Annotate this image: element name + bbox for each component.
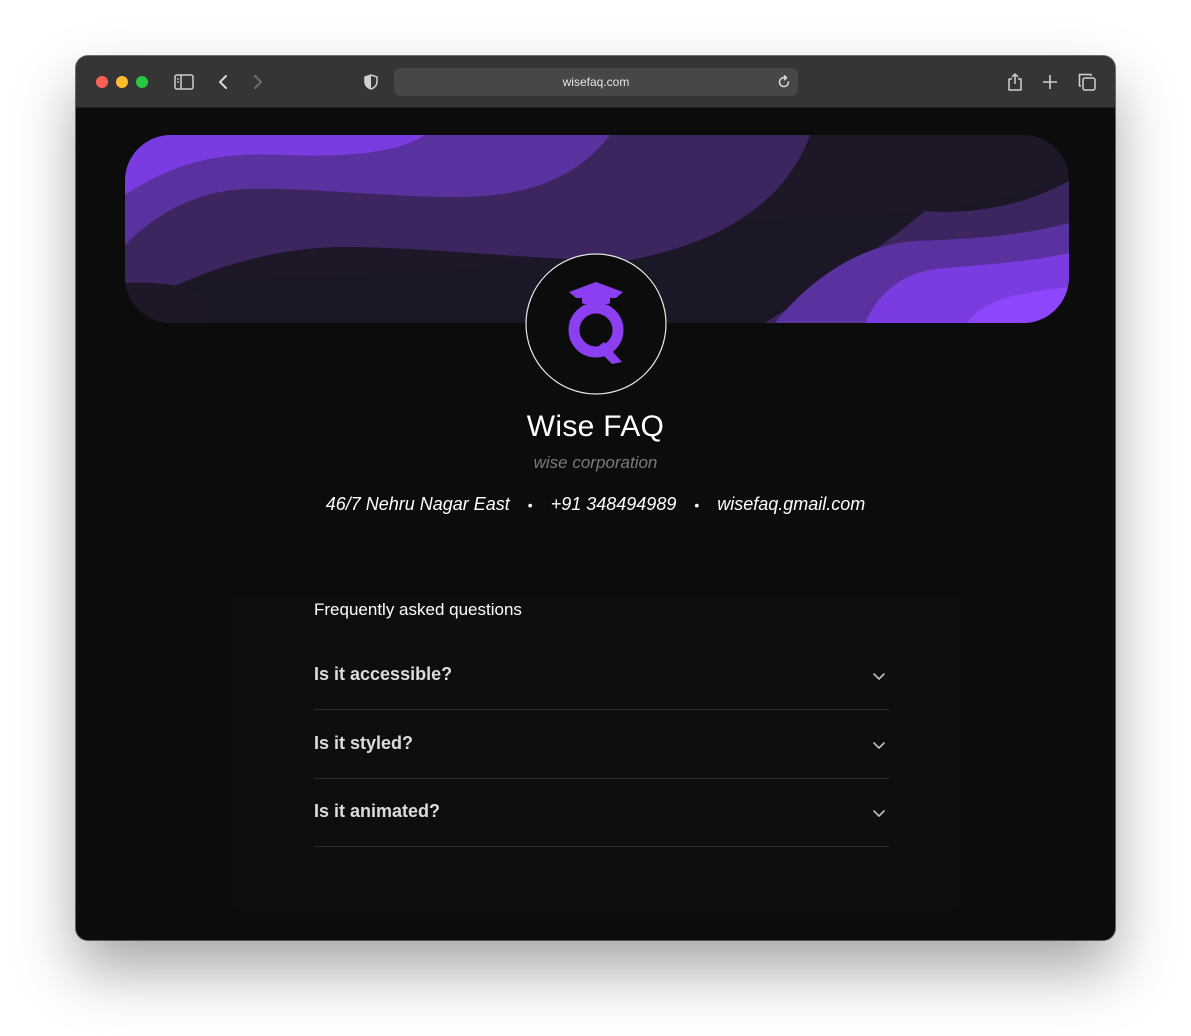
back-icon[interactable] [211,70,235,94]
new-tab-icon[interactable] [1038,70,1062,94]
faq-question: Is it animated? [314,801,441,821]
sidebar-icon[interactable] [172,70,196,94]
faq-item[interactable]: Is it animated? [314,779,889,847]
forward-icon[interactable] [246,70,270,94]
email-text[interactable]: wisefaq.gmail.com [717,494,865,515]
share-icon[interactable] [1003,70,1027,94]
url-text: wisefaq.com [562,75,630,89]
browser-titlebar: wisefaq.com [76,56,1115,108]
chevron-down-icon[interactable] [871,737,887,753]
faq-section: Frequently asked questions Is it accessi… [234,598,958,908]
company-subtitle: wise corporation [533,453,658,472]
faq-item[interactable]: Is it accessible? [314,642,889,710]
chevron-down-icon[interactable] [871,805,887,821]
company-name: Wise FAQ [526,410,665,443]
address-bar[interactable]: wisefaq.com [394,68,798,96]
minimize-window-button[interactable] [116,76,128,88]
contact-info: 46/7 Nehru Nagar East • +91 348494989 • … [76,494,1115,515]
faq-question: Is it accessible? [314,664,453,684]
shield-icon[interactable] [359,70,383,94]
reload-icon[interactable] [776,74,792,90]
separator-dot: • [527,496,533,513]
phone-text[interactable]: +91 348494989 [551,494,677,515]
faq-heading: Frequently asked questions [314,600,522,619]
separator-dot: • [694,496,700,513]
page-content: Wise FAQ wise corporation 46/7 Nehru Nag… [76,108,1115,940]
company-logo [524,252,668,396]
tabs-overview-icon[interactable] [1075,70,1099,94]
zoom-window-button[interactable] [136,76,148,88]
close-window-button[interactable] [96,76,108,88]
faq-item[interactable]: Is it styled? [314,711,889,779]
address-text: 46/7 Nehru Nagar East [325,494,510,514]
chevron-down-icon[interactable] [871,668,887,684]
faq-question: Is it styled? [314,733,414,753]
browser-window: wisefaq.com Wise FAQ wise corporation 46… [76,56,1115,940]
